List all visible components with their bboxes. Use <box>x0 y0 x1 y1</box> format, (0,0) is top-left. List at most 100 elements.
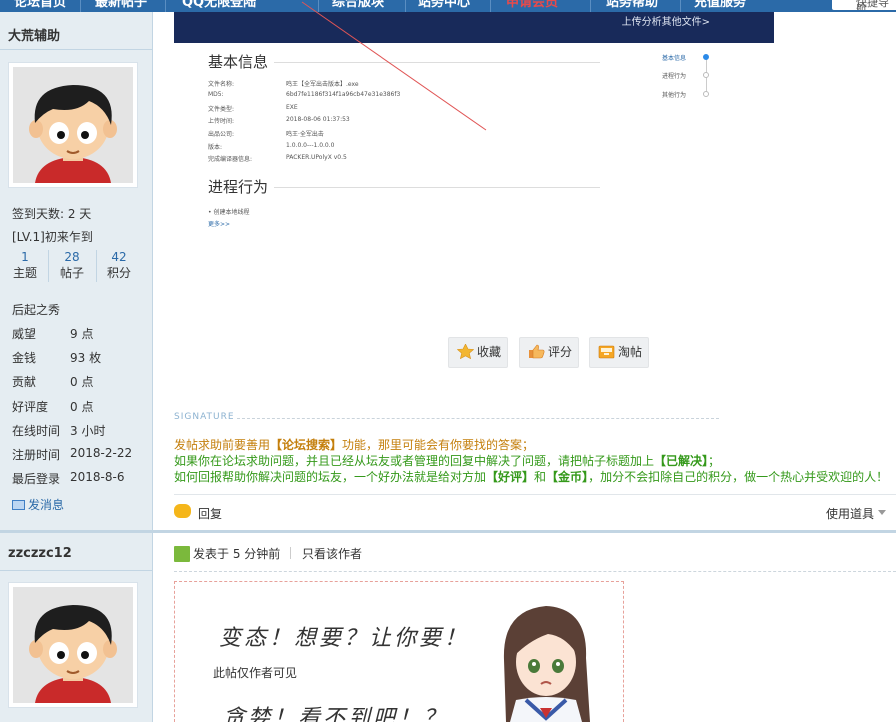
info-key: 版本: <box>208 144 223 151</box>
side-nav-basic: 基本信息 <box>662 55 687 62</box>
info-key: 出品公司: <box>208 131 235 138</box>
signature-line-3: 如何回报帮助你解决问题的坛友，一个好办法就是给对方加【好评】和【金币】，加分不会… <box>174 468 888 485</box>
stat-credits[interactable]: 42 积分 <box>96 250 142 282</box>
profile-value: 2018-8-6 <box>70 470 125 484</box>
post-action-bar: 回复 使用道具 <box>174 494 896 524</box>
process-title: 进程行为 <box>208 178 269 196</box>
only-author-link[interactable]: 只看该作者 <box>302 545 362 562</box>
nav-separator <box>680 0 681 12</box>
stat-threads[interactable]: 1 主题 <box>2 250 48 282</box>
profile-row-prestige: 威望 9 点 <box>12 325 93 342</box>
profile-key: 贡献 <box>12 375 37 389</box>
favorite-button[interactable]: 收藏 <box>448 337 508 368</box>
nav-item-qq[interactable]: QQ无限登陆 <box>182 0 256 12</box>
user-group[interactable]: 后起之秀 <box>12 301 60 318</box>
side-nav-other: 其他行为 <box>662 92 687 99</box>
thumb-icon <box>528 341 545 359</box>
stat-posts-value: 28 <box>64 250 80 264</box>
handwritten-line-2: 贪婪！看不到吧！？ <box>223 706 449 722</box>
handwritten-line-1: 变态！想要？让你要！ <box>219 626 470 651</box>
nav-separator <box>318 0 319 12</box>
sig-highlight: 【已解决】 <box>654 454 709 468</box>
nav-item-latest[interactable]: 最新帖子 <box>95 0 147 12</box>
post1-author-panel: 大荒辅助 签到天数: 2 天 [LV.1]初来乍到 1 主题 28 帖子 42 … <box>0 12 153 530</box>
nav-separator <box>405 0 406 12</box>
online-status-icon <box>174 546 190 562</box>
sig-text: 如何回报帮助你解决问题的坛友，一个好办法就是给对方加 <box>174 470 487 484</box>
sig-highlight: 【好评】 <box>486 470 535 484</box>
stat-threads-value: 1 <box>21 250 29 264</box>
chevron-down-icon[interactable] <box>878 510 886 515</box>
star-icon <box>456 341 475 360</box>
mail-icon <box>12 500 25 510</box>
info-row-filename: 文件名称: 鸣王【全军出击版本】.exe <box>208 79 359 88</box>
side-nav-dot <box>703 72 709 78</box>
profile-key: 威望 <box>12 327 37 341</box>
post-time: 发表于 5 分钟前 <box>193 547 281 561</box>
stat-threads-label: 主题 <box>12 266 37 280</box>
nav-item-forums[interactable]: 综合版块 <box>332 0 384 12</box>
avatar[interactable] <box>8 62 138 188</box>
nav-separator <box>80 0 81 12</box>
signature-divider <box>237 418 719 419</box>
profile-row-online-time: 在线时间 3 小时 <box>12 422 105 439</box>
info-row-filetype: 文件类型: EXE <box>208 104 298 113</box>
hidden-notice: 此帖仅作者可见 <box>213 666 298 680</box>
quick-nav-input[interactable]: 快捷导航 <box>832 0 896 10</box>
separator <box>290 547 291 559</box>
reply-button[interactable]: 回复 <box>198 505 222 522</box>
profile-value: 3 小时 <box>70 424 106 438</box>
stat-posts[interactable]: 28 帖子 <box>49 250 95 282</box>
author-name[interactable]: 大荒辅助 <box>8 25 60 44</box>
side-nav-dot <box>703 91 709 97</box>
profile-row-contribution: 贡献 0 点 <box>12 373 93 390</box>
send-message-label: 发消息 <box>28 498 65 512</box>
signature-title: SIGNATURE <box>174 412 235 422</box>
avatar-image <box>13 67 133 183</box>
avatar[interactable] <box>8 582 138 708</box>
author-name[interactable]: zzczzc12 <box>8 546 72 561</box>
info-row-compiler: 完成编译器信息: PACKER.UPolyX v0.5 <box>208 154 347 163</box>
sig-text: ，加分不会扣除自己的积分，做一个热心并受欢迎的人！ <box>588 470 889 484</box>
profile-key: 注册时间 <box>12 448 61 462</box>
info-row-company: 出品公司: 鸣王·全军出击 <box>208 129 324 138</box>
profile-key: 最后登录 <box>12 472 61 486</box>
info-value: PACKER.UPolyX v0.5 <box>286 154 347 161</box>
info-key: 上传时间: <box>208 118 235 125</box>
nav-item-home[interactable]: 论坛首页 <box>14 0 66 12</box>
info-value: 鸣王·全军出击 <box>286 131 324 138</box>
info-key: 文件名称: <box>208 81 235 88</box>
profile-row-rating: 好评度 0 点 <box>12 398 93 415</box>
signin-days: 签到天数: 2 天 <box>12 207 92 221</box>
nav-separator <box>590 0 591 12</box>
rate-label: 评分 <box>548 345 573 359</box>
collect-thread-label: 淘帖 <box>618 345 643 359</box>
info-value: EXE <box>286 104 298 111</box>
info-value: 6bd7fe1186f314f1a96cb47e31e386f3 <box>286 91 401 98</box>
tray-icon <box>598 341 615 359</box>
use-tools-button[interactable]: 使用道具 <box>826 505 874 522</box>
info-row-version: 版本: 1.0.0.0---1.0.0.0 <box>208 142 334 151</box>
post2-author-panel: zzczzc12 <box>0 533 153 722</box>
nav-item-apply[interactable]: 申请会员 <box>506 0 558 12</box>
analysis-screenshot: 基本信息 文件名称: 鸣王【全军出击版本】.exe MD5: 6bd7fe1186f… <box>174 43 774 243</box>
nav-item-station[interactable]: 站务中心 <box>418 0 470 12</box>
profile-row-register-time: 注册时间 2018-2-22 <box>12 446 132 463</box>
favorite-label: 收藏 <box>477 345 502 359</box>
sig-text: ； <box>708 454 721 468</box>
nav-separator <box>165 0 166 12</box>
profile-key: 好评度 <box>12 400 49 414</box>
info-key: 文件类型: <box>208 106 235 113</box>
collect-thread-button[interactable]: 淘帖 <box>589 337 649 368</box>
screenshot-banner: 上传分析其他文件> <box>174 12 774 43</box>
anime-girl-illustration <box>503 606 590 722</box>
nav-item-recharge[interactable]: 充值服务 <box>694 0 746 12</box>
profile-value: 2018-2-22 <box>70 446 133 460</box>
nav-item-help[interactable]: 站务帮助 <box>606 0 658 12</box>
user-level[interactable]: [LV.1]初来乍到 <box>12 228 93 245</box>
send-message-link[interactable]: 发消息 <box>12 496 64 513</box>
reply-icon[interactable] <box>174 504 191 518</box>
rate-button[interactable]: 评分 <box>519 337 579 368</box>
stat-credits-value: 42 <box>111 250 127 264</box>
profile-key: 在线时间 <box>12 424 61 438</box>
